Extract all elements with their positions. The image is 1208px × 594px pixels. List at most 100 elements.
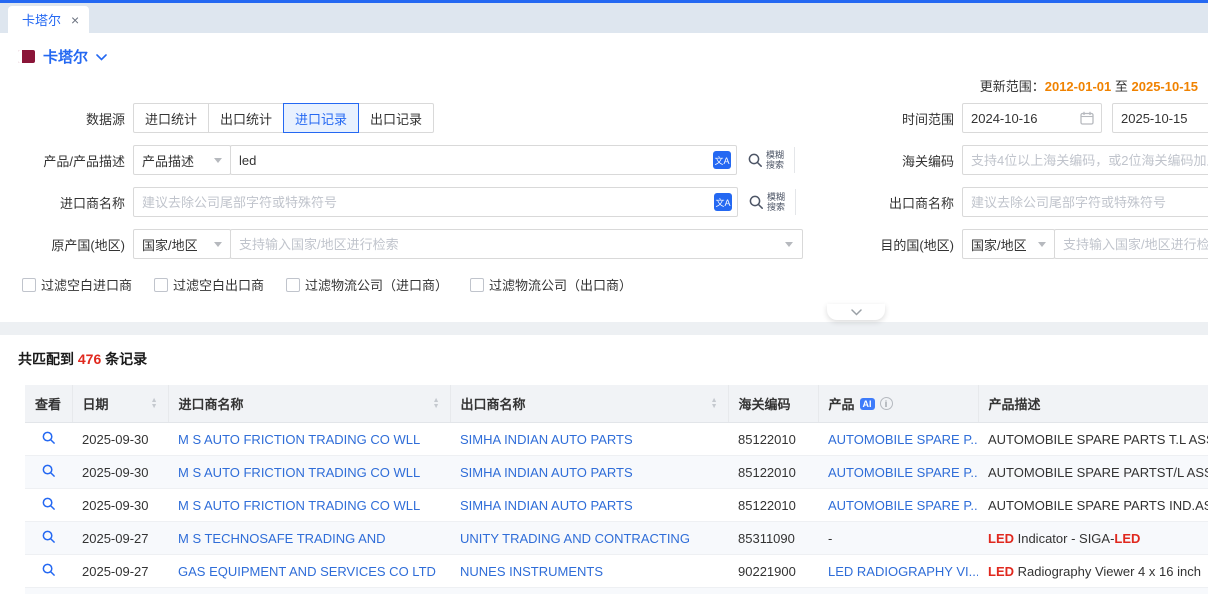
exporter-input[interactable] (962, 187, 1208, 217)
exporter-link[interactable]: SIMHA INDIAN AUTO PARTS (460, 432, 633, 447)
cell-exporter: SIMHA INDIAN AUTO PARTS (450, 489, 728, 522)
product-type-value: 产品描述 (142, 151, 194, 170)
destination-input[interactable] (1054, 229, 1208, 259)
origin-type-value: 国家/地区 (142, 235, 198, 254)
tab-bar: 卡塔尔 × (0, 3, 1208, 33)
importer-link[interactable]: M S TECHNOSAFE TRADING AND (178, 531, 386, 546)
column-header-date[interactable]: 日期▲▼ (72, 385, 168, 423)
filter-row-product: 产品/产品描述 产品描述 文A 模糊搜索 海关编码 (0, 145, 1208, 175)
data-source-option[interactable]: 出口统计 (208, 103, 284, 133)
cell-importer: GAS EQUIPMENT AND SERVICES CO LTD (168, 555, 450, 588)
customs-code-group: 海关编码 (872, 145, 1208, 175)
column-label: 产品描述 (989, 394, 1041, 413)
column-header-hs-code: 海关编码 (728, 385, 818, 423)
view-detail-button[interactable] (25, 588, 72, 594)
importer-input[interactable] (133, 187, 738, 217)
customs-code-input[interactable] (962, 145, 1208, 175)
exporter-link[interactable]: SIMHA INDIAN AUTO PARTS (460, 498, 633, 513)
date-end-input[interactable] (1112, 103, 1208, 133)
view-detail-button[interactable] (25, 456, 72, 489)
checkbox-icon[interactable] (286, 278, 300, 292)
origin-input[interactable] (230, 229, 803, 259)
exporter-link[interactable]: UNITY TRADING AND CONTRACTING (460, 531, 690, 546)
column-header-exporter-name[interactable]: 出口商名称 ▲▼ (450, 385, 728, 423)
cell-date: 2025-09-30 (72, 423, 168, 456)
origin-type-select[interactable]: 国家/地区 (133, 229, 231, 259)
product-link[interactable]: AUTOMOBILE SPARE P... (828, 432, 978, 447)
column-label: 产品 (829, 394, 855, 413)
product-link[interactable]: LED RADIOGRAPHY VI... (828, 564, 978, 579)
importer-link[interactable]: M S AUTO FRICTION TRADING CO WLL (178, 465, 420, 480)
results-panel: 共匹配到 476 条记录 查看日期▲▼进口商名称▲▼出口商名称▲▼海关编码产品A… (0, 335, 1208, 594)
chevron-down-icon[interactable] (785, 242, 793, 247)
table-row: 2025-09-30 M S AUTO FRICTION TRADING CO W… (25, 456, 1208, 489)
sort-icon[interactable]: ▲▼ (151, 398, 158, 410)
filter-checkbox[interactable]: 过滤物流公司（进口商） (286, 275, 448, 294)
update-range-start: 2012-01-01 (1045, 79, 1112, 94)
exporter-label: 出口商名称 (872, 193, 962, 212)
view-detail-button[interactable] (25, 489, 72, 522)
filter-checkbox[interactable]: 过滤物流公司（出口商） (470, 275, 632, 294)
table-row: 2025-09-27 M S TECHNOSAFE TRADING AND UNIT… (25, 522, 1208, 555)
column-header-importer-name[interactable]: 进口商名称 ▲▼ (168, 385, 450, 423)
info-icon[interactable]: i (880, 397, 893, 410)
calendar-icon[interactable] (1080, 111, 1094, 125)
chevron-down-icon (851, 309, 862, 316)
view-detail-button[interactable] (25, 555, 72, 588)
product-link[interactable]: AUTOMOBILE SPARE P... (828, 465, 978, 480)
collapse-panel-button[interactable] (827, 304, 885, 320)
column-header-product-description: 产品描述 (978, 385, 1208, 423)
filter-row-datasource: 数据源 进口统计出口统计进口记录出口记录 时间范围 (0, 103, 1208, 133)
table-row: 2025-09-27GAS EQUIPMENT AND SERVICES CO … (25, 555, 1208, 588)
product-search-input[interactable] (230, 145, 737, 175)
fuzzy-search-button[interactable]: 模糊搜索 (747, 150, 784, 170)
translate-icon[interactable]: 文A (713, 151, 731, 169)
importer-link[interactable]: GAS EQUIPMENT AND SERVICES CO LTD (178, 564, 436, 579)
cell-date: 2025-09-30 (72, 456, 168, 489)
origin-label: 原产国(地区) (0, 235, 133, 254)
results-table-body: 2025-09-30 M S AUTO FRICTION TRADING CO W… (25, 423, 1208, 594)
magnifier-icon (748, 194, 764, 210)
cell-product: - (818, 522, 978, 555)
product-link[interactable]: AUTOMOBILE SPARE P... (828, 498, 978, 513)
view-detail-button[interactable] (25, 423, 72, 456)
qatar-flag-icon (18, 50, 35, 63)
checkbox-icon[interactable] (154, 278, 168, 292)
importer-link[interactable]: M S AUTO FRICTION TRADING CO WLL (178, 432, 420, 447)
chevron-down-icon[interactable] (96, 54, 107, 61)
magnifier-icon (747, 152, 763, 168)
tab-qatar[interactable]: 卡塔尔 × (8, 6, 89, 33)
results-summary: 共匹配到 476 条记录 (18, 349, 1208, 369)
exporter-link[interactable]: NUNES INSTRUMENTS (460, 564, 603, 579)
cell-date: 2025-09-27 (72, 522, 168, 555)
fuzzy-search-button[interactable]: 模糊搜索 (748, 192, 785, 212)
sort-icon[interactable]: ▲▼ (433, 398, 440, 410)
tab-close-icon[interactable]: × (71, 13, 79, 27)
column-label: 进口商名称 (179, 394, 244, 413)
data-source-option[interactable]: 进口记录 (283, 103, 359, 133)
view-detail-button[interactable] (25, 522, 72, 555)
checkbox-icon[interactable] (22, 278, 36, 292)
sort-icon[interactable]: ▲▼ (711, 398, 718, 410)
data-source-label: 数据源 (0, 109, 133, 128)
update-range-label: 更新范围： (980, 79, 1045, 94)
filter-checkbox[interactable]: 过滤空白进口商 (22, 275, 132, 294)
product-type-select[interactable]: 产品描述 (133, 145, 231, 175)
checkbox-icon[interactable] (470, 278, 484, 292)
destination-group: 目的国(地区) 国家/地区 (872, 229, 1208, 259)
column-label: 出口商名称 (461, 394, 526, 413)
filter-checkbox[interactable]: 过滤空白出口商 (154, 275, 264, 294)
destination-type-select[interactable]: 国家/地区 (962, 229, 1055, 259)
column-label: 海关编码 (739, 394, 791, 413)
update-range-separator: 至 (1115, 79, 1128, 94)
data-source-option[interactable]: 进口统计 (133, 103, 209, 133)
translate-icon[interactable]: 文A (714, 193, 732, 211)
cell-importer: SATURN TRADING CONTRACTING WLL BUI... (168, 588, 450, 594)
exporter-link[interactable]: SIMHA INDIAN AUTO PARTS (460, 465, 633, 480)
importer-link[interactable]: M S AUTO FRICTION TRADING CO WLL (178, 498, 420, 513)
data-source-option[interactable]: 出口记录 (358, 103, 434, 133)
vertical-divider (794, 147, 795, 173)
highlighted-term: LED (988, 564, 1014, 579)
cell-exporter: SIMHA INDIAN AUTO PARTS (450, 456, 728, 489)
update-range: 更新范围：2012-01-01 至 2025-10-15 (0, 76, 1208, 95)
